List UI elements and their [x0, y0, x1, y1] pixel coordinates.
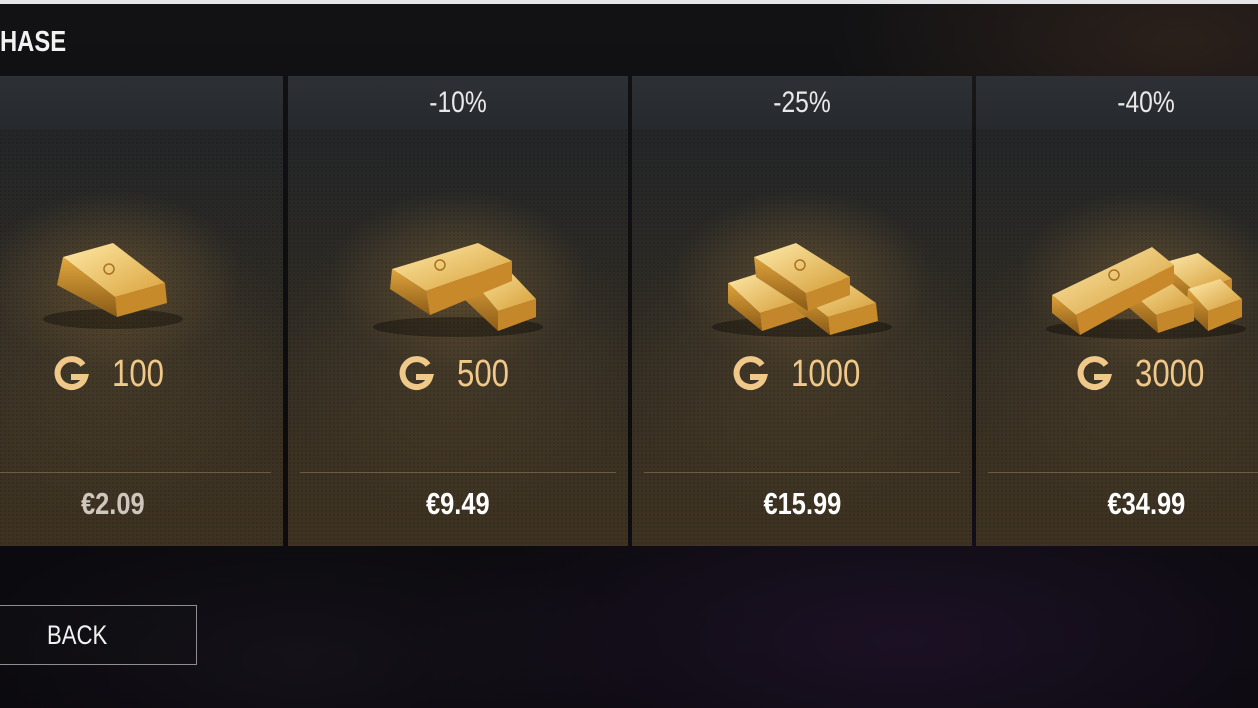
- gold-amount: 3000: [1134, 352, 1205, 395]
- gold-g-icon: [399, 356, 435, 391]
- price-text: €9.49: [426, 486, 490, 521]
- price-label[interactable]: €15.99: [632, 486, 972, 522]
- discount-label: -10%: [429, 85, 487, 119]
- gold-amount: 100: [112, 352, 165, 395]
- back-button-label: BACK: [47, 620, 108, 650]
- page-title: HASE: [0, 26, 67, 58]
- price-text: €2.09: [81, 486, 145, 521]
- offer-card-3000[interactable]: -40% 3000 €34.99: [976, 76, 1258, 546]
- offer-card-100[interactable]: 100 €2.09: [0, 76, 283, 546]
- price-label[interactable]: €2.09: [0, 486, 283, 522]
- offer-header: -10%: [288, 76, 628, 129]
- price-divider: [644, 472, 960, 473]
- offer-header: -40%: [976, 76, 1258, 129]
- gold-bar-icon: [43, 243, 183, 329]
- offer-card-1000[interactable]: -25% 1000 €15.99: [632, 76, 972, 546]
- offer-card-500[interactable]: -10% 500 €9.49: [288, 76, 628, 546]
- price-divider: [0, 472, 271, 473]
- price-divider: [300, 472, 616, 473]
- offer-body: 100 €2.09: [0, 129, 283, 546]
- gold-bars-icon: [712, 243, 892, 337]
- gold-amount: 1000: [790, 352, 861, 395]
- gold-bars-icon: [373, 243, 543, 337]
- gold-g-icon: [1077, 356, 1112, 391]
- amount-row: 100: [0, 349, 283, 399]
- discount-label: -25%: [773, 85, 831, 119]
- offer-header: -25%: [632, 76, 972, 129]
- offer-body: 1000 €15.99: [632, 129, 972, 546]
- top-edge-strip: [0, 0, 1258, 4]
- gold-bars-icon: [1046, 247, 1246, 339]
- amount-row: 1000: [632, 349, 972, 399]
- gold-amount: 500: [457, 352, 510, 395]
- offer-header: [0, 76, 283, 129]
- offer-body: 500 €9.49: [288, 129, 628, 546]
- purchase-screen: HASE 100 €2.09 -10% 500 €9.49 -25% 1000 …: [0, 0, 1258, 708]
- back-button[interactable]: BACK: [0, 605, 197, 665]
- price-label[interactable]: €34.99: [976, 486, 1258, 522]
- offer-body: 3000 €34.99: [976, 129, 1258, 546]
- amount-row: 500: [288, 349, 628, 399]
- price-text: €34.99: [1107, 486, 1185, 521]
- gold-g-icon: [54, 356, 90, 391]
- price-label[interactable]: €9.49: [288, 486, 628, 522]
- price-divider: [988, 472, 1258, 473]
- discount-label: -40%: [1117, 85, 1175, 119]
- amount-row: 3000: [976, 349, 1258, 399]
- gold-g-icon: [733, 356, 768, 391]
- price-text: €15.99: [763, 486, 841, 521]
